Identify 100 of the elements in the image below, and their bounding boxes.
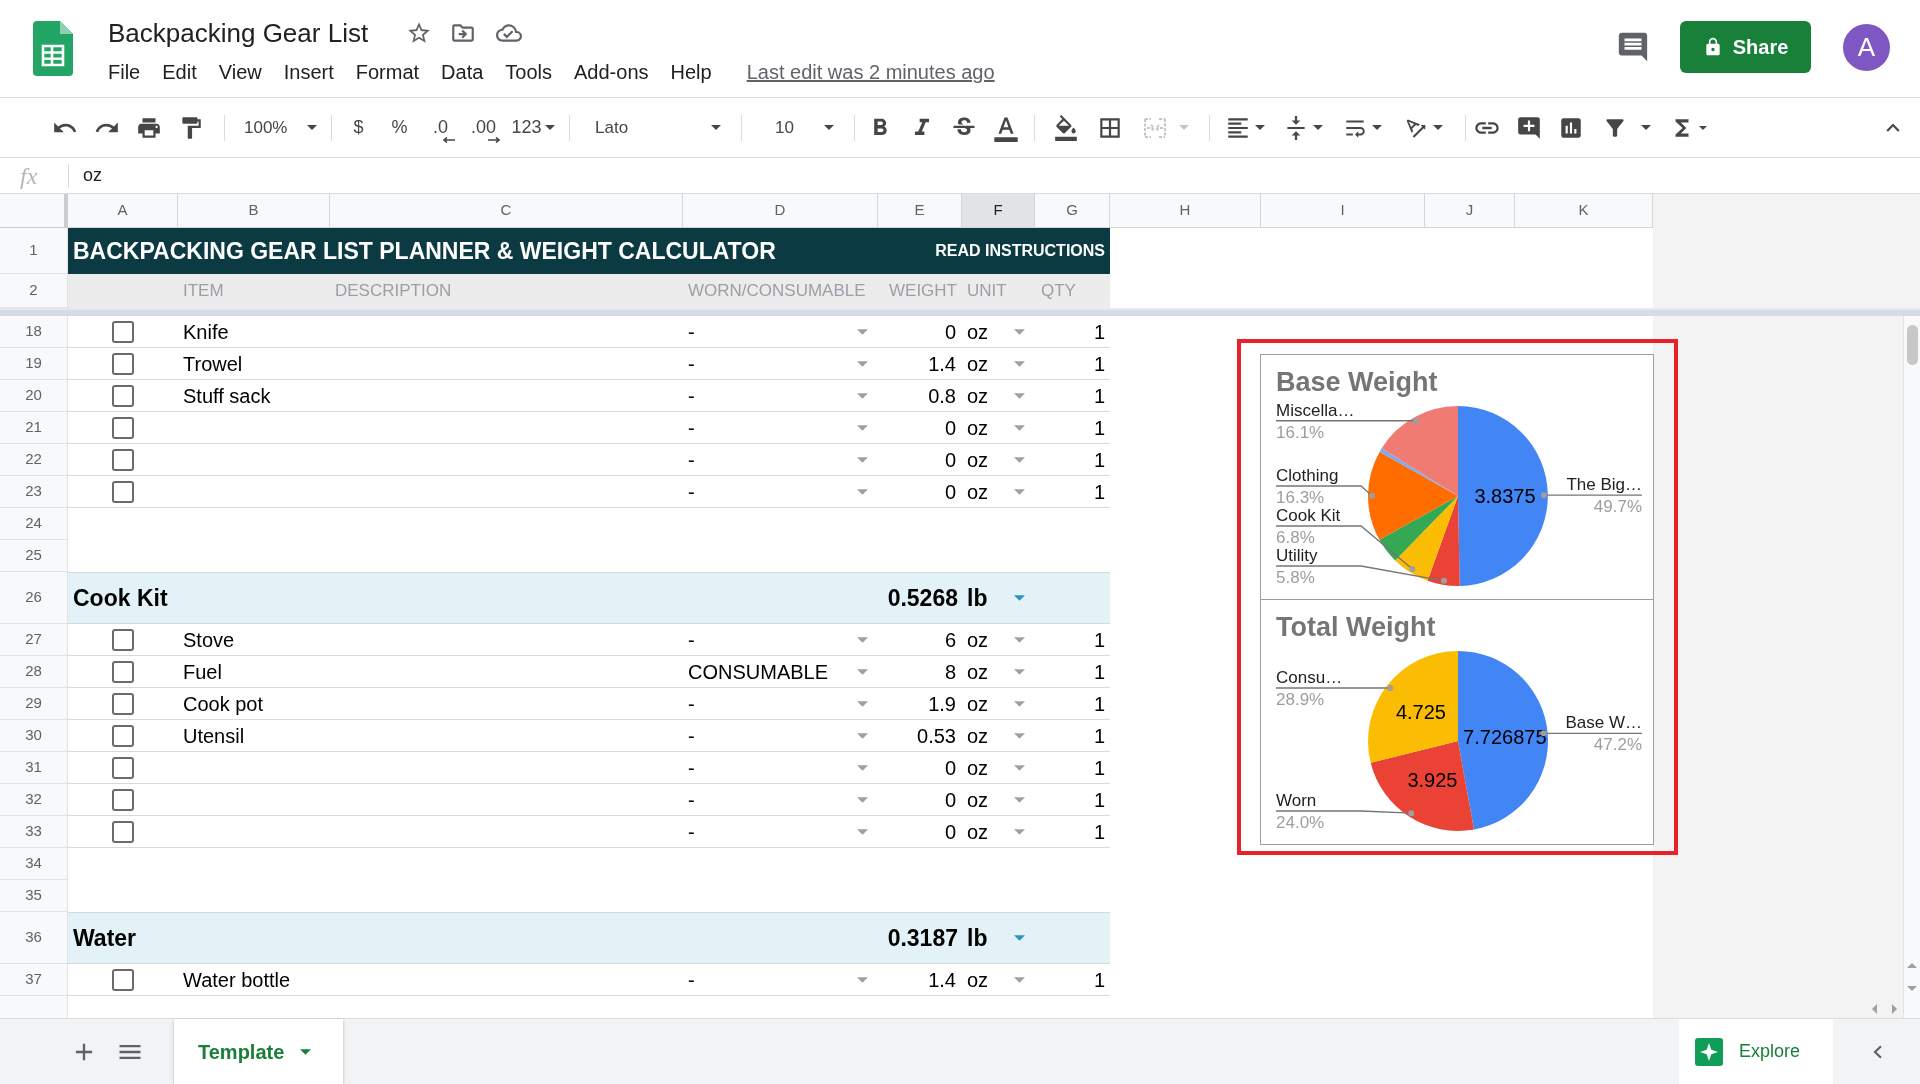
row-header[interactable]: 37 <box>0 964 68 996</box>
menu-item[interactable]: Add-ons <box>574 58 649 86</box>
item-name: Cook pot <box>183 692 264 715</box>
slice-value: 7.726875 <box>1463 725 1547 748</box>
scrollbar-thumb[interactable] <box>1906 325 1918 365</box>
explore-button[interactable]: Explore <box>1679 1019 1833 1084</box>
chart-title: Total Weight <box>1276 612 1436 642</box>
checkbox[interactable] <box>112 968 134 991</box>
more-formats-select[interactable]: 123 <box>506 109 560 146</box>
menu-item[interactable]: Tools <box>505 58 553 86</box>
quantity-value: 1 <box>1093 755 1105 781</box>
checkbox[interactable] <box>112 820 134 843</box>
caret-icon <box>1641 125 1651 130</box>
column-header[interactable]: G <box>1035 194 1110 228</box>
menu-item[interactable]: File <box>108 58 141 86</box>
row-header[interactable]: 28 <box>0 656 68 688</box>
slice-value: 3.925 <box>1407 769 1458 792</box>
row-header[interactable]: 19 <box>0 348 68 380</box>
row-header[interactable]: 32 <box>0 784 68 816</box>
column-header[interactable]: K <box>1515 194 1653 228</box>
checkbox[interactable] <box>112 320 134 343</box>
row-header[interactable]: 31 <box>0 752 68 784</box>
caret-icon <box>1372 125 1382 130</box>
read-instructions-link[interactable]: READ INSTRUCTIONS <box>935 239 1105 263</box>
checkbox[interactable] <box>112 628 134 651</box>
weight-value: 0 <box>944 819 956 845</box>
column-header[interactable]: H <box>1110 194 1261 228</box>
row-header[interactable]: 35 <box>0 880 68 912</box>
number-format-button[interactable]: .00 <box>461 109 506 146</box>
row-header[interactable]: 24 <box>0 508 68 540</box>
dropdown-caret-icon <box>1014 360 1025 367</box>
dropdown-caret-icon <box>857 424 868 431</box>
checkbox[interactable] <box>112 448 134 471</box>
dropdown-caret-icon <box>1014 636 1025 643</box>
slice-label: Miscella… <box>1276 400 1355 420</box>
dropdown-caret-icon <box>857 976 868 983</box>
row-header[interactable]: 34 <box>0 848 68 880</box>
menu-item[interactable]: View <box>218 58 262 86</box>
column-header[interactable]: E <box>878 194 962 228</box>
checkbox[interactable] <box>112 384 134 407</box>
column-header[interactable]: A <box>68 194 178 228</box>
row-header[interactable]: 26 <box>0 572 68 624</box>
unit-value: oz <box>967 755 989 781</box>
menu-item[interactable]: Edit <box>162 58 197 86</box>
worn-consumable-value: - <box>688 447 695 473</box>
quantity-value: 1 <box>1093 383 1105 409</box>
fx-label: fx <box>20 161 39 191</box>
row-header[interactable]: 18 <box>0 316 68 348</box>
sheet-tab[interactable]: Template <box>174 1019 343 1084</box>
font-select[interactable]: Lato <box>581 109 731 146</box>
worn-consumable-value: - <box>688 415 695 441</box>
quantity-value: 1 <box>1093 447 1105 473</box>
menu-item[interactable]: Format <box>355 58 420 86</box>
row-header[interactable]: 23 <box>0 476 68 508</box>
row-header[interactable]: 27 <box>0 624 68 656</box>
menu-item[interactable]: Insert <box>283 58 334 86</box>
document-title[interactable]: Backpacking Gear List <box>108 16 369 50</box>
column-header[interactable]: F <box>962 194 1035 228</box>
account-avatar[interactable]: A <box>1843 23 1890 71</box>
menu-item[interactable]: Help <box>670 58 712 86</box>
slice-percent: 24.0% <box>1276 813 1325 832</box>
column-header[interactable]: C <box>330 194 683 228</box>
font-size-select[interactable]: 10 <box>753 109 846 146</box>
row-header[interactable]: 1 <box>0 228 68 274</box>
caret-icon <box>824 125 834 130</box>
row-header[interactable]: 30 <box>0 720 68 752</box>
dropdown-caret-icon <box>1014 328 1025 335</box>
row-header[interactable]: 36 <box>0 912 68 964</box>
checkbox[interactable] <box>112 480 134 503</box>
menu-item[interactable]: Data <box>441 58 484 86</box>
column-header[interactable]: I <box>1261 194 1425 228</box>
row-header[interactable]: 2 <box>0 274 68 308</box>
checkbox[interactable] <box>112 756 134 779</box>
dropdown-caret-icon <box>857 732 868 739</box>
row-header[interactable]: 25 <box>0 540 68 572</box>
number-format-button[interactable]: .0 <box>420 109 461 146</box>
column-title: WEIGHT <box>889 280 957 303</box>
column-header[interactable]: D <box>683 194 878 228</box>
row-header[interactable]: 22 <box>0 444 68 476</box>
number-format-button[interactable]: $ <box>338 109 379 146</box>
share-button[interactable]: Share <box>1680 21 1811 73</box>
category-weight: 0.3187 <box>887 923 958 953</box>
row-header[interactable]: 33 <box>0 816 68 848</box>
number-format-button[interactable]: % <box>379 109 420 146</box>
dropdown-caret-icon <box>857 328 868 335</box>
row-header[interactable]: 21 <box>0 412 68 444</box>
checkbox[interactable] <box>112 352 134 375</box>
checkbox[interactable] <box>112 692 134 715</box>
checkbox[interactable] <box>112 724 134 747</box>
column-header[interactable]: B <box>178 194 330 228</box>
zoom-select[interactable]: 100% <box>236 109 325 146</box>
checkbox[interactable] <box>112 660 134 683</box>
row-header[interactable]: 29 <box>0 688 68 720</box>
checkbox[interactable] <box>112 416 134 439</box>
formula-value[interactable]: oz <box>83 162 102 189</box>
row-header[interactable]: 20 <box>0 380 68 412</box>
last-edit-link[interactable]: Last edit was 2 minutes ago <box>746 58 995 86</box>
column-header[interactable]: J <box>1425 194 1515 228</box>
scrollbar-track[interactable] <box>1903 316 1920 1018</box>
checkbox[interactable] <box>112 788 134 811</box>
